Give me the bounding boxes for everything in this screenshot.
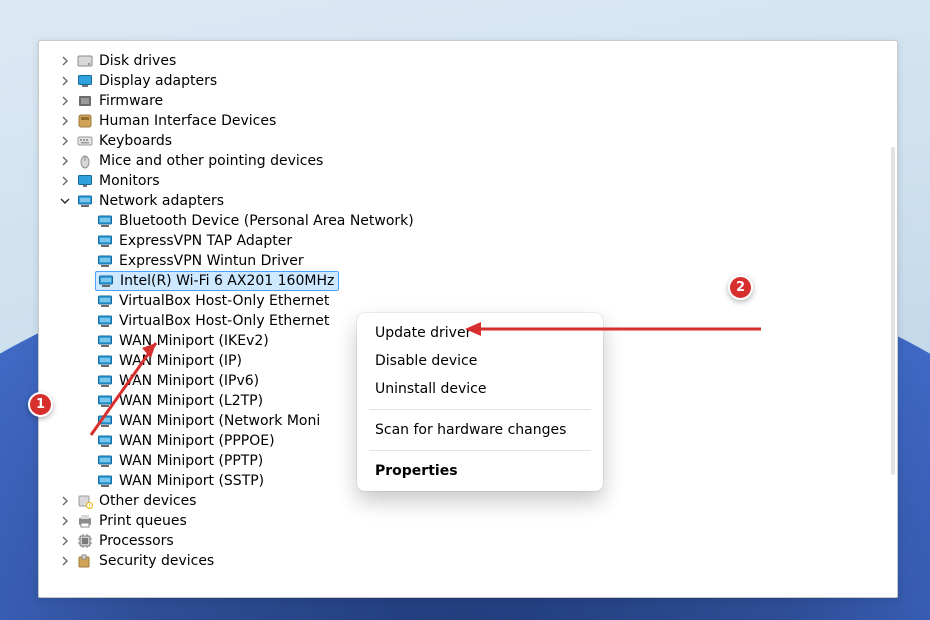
svg-text:!: ! — [88, 504, 90, 509]
category-label: Print queues — [99, 514, 187, 528]
category-label: Security devices — [99, 554, 214, 568]
network-adapter-icon — [98, 273, 114, 289]
category-label: Mice and other pointing devices — [99, 154, 323, 168]
chevron-right-icon[interactable] — [57, 53, 73, 69]
tree-category[interactable]: Security devices — [57, 551, 887, 571]
chevron-right-icon[interactable] — [57, 73, 73, 89]
network-adapter-icon — [97, 453, 113, 469]
chevron-right-icon[interactable] — [57, 513, 73, 529]
category-label: Firmware — [99, 94, 163, 108]
device-tree: Disk drives Display adapters Firmware Human… — [39, 41, 897, 581]
print-icon — [77, 513, 93, 529]
category-label: Keyboards — [99, 134, 172, 148]
menu-update-driver[interactable]: Update driver — [357, 319, 603, 347]
context-menu: Update driver Disable device Uninstall d… — [357, 313, 603, 491]
item-label: WAN Miniport (SSTP) — [119, 474, 264, 488]
network-adapter-icon — [97, 413, 113, 429]
chevron-right-icon[interactable] — [57, 113, 73, 129]
network-adapter-icon — [97, 293, 113, 309]
item-label: Bluetooth Device (Personal Area Network) — [119, 214, 414, 228]
tree-item[interactable]: ExpressVPN TAP Adapter — [77, 231, 887, 251]
tree-category[interactable]: Human Interface Devices — [57, 111, 887, 131]
tree-item[interactable]: ExpressVPN Wintun Driver — [77, 251, 887, 271]
chevron-right-icon[interactable] — [57, 173, 73, 189]
mouse-icon — [77, 153, 93, 169]
tree-category[interactable]: Monitors — [57, 171, 887, 191]
chevron-right-icon[interactable] — [57, 93, 73, 109]
category-label: Disk drives — [99, 54, 176, 68]
tree-category[interactable]: ! Other devices — [57, 491, 887, 511]
category-label: Human Interface Devices — [99, 114, 276, 128]
network-adapter-icon — [97, 213, 113, 229]
cpu-icon — [77, 533, 93, 549]
network-adapter-icon — [97, 313, 113, 329]
item-label: Intel(R) Wi-Fi 6 AX201 160MHz — [120, 274, 334, 288]
category-label: Other devices — [99, 494, 196, 508]
network-adapter-icon — [97, 473, 113, 489]
monitor-icon — [77, 173, 93, 189]
tree-category[interactable]: Network adapters — [57, 191, 887, 211]
item-label: WAN Miniport (PPTP) — [119, 454, 263, 468]
network-adapter-icon — [97, 333, 113, 349]
callout-2-badge: 2 — [728, 275, 753, 300]
tree-category[interactable]: Print queues — [57, 511, 887, 531]
display-icon — [77, 73, 93, 89]
menu-disable-device[interactable]: Disable device — [357, 347, 603, 375]
tree-category[interactable]: Processors — [57, 531, 887, 551]
net-icon — [77, 193, 93, 209]
device-manager-panel: Disk drives Display adapters Firmware Human… — [38, 40, 898, 598]
category-label: Network adapters — [99, 194, 224, 208]
item-label: WAN Miniport (L2TP) — [119, 394, 263, 408]
tree-item[interactable]: VirtualBox Host-Only Ethernet — [77, 291, 887, 311]
category-label: Monitors — [99, 174, 160, 188]
item-label: ExpressVPN Wintun Driver — [119, 254, 304, 268]
item-label: WAN Miniport (IP) — [119, 354, 242, 368]
tree-item[interactable]: Intel(R) Wi-Fi 6 AX201 160MHz — [77, 271, 887, 291]
network-adapter-icon — [97, 373, 113, 389]
network-adapter-icon — [97, 253, 113, 269]
category-label: Display adapters — [99, 74, 217, 88]
menu-separator — [369, 450, 591, 451]
scrollbar[interactable] — [891, 147, 895, 475]
tree-category[interactable]: Disk drives — [57, 51, 887, 71]
security-icon — [77, 553, 93, 569]
item-label: WAN Miniport (Network Moni — [119, 414, 320, 428]
chevron-down-icon[interactable] — [57, 193, 73, 209]
network-adapter-icon — [97, 233, 113, 249]
item-label: WAN Miniport (PPPOE) — [119, 434, 275, 448]
chevron-right-icon[interactable] — [57, 553, 73, 569]
network-adapter-icon — [97, 433, 113, 449]
network-adapter-icon — [97, 353, 113, 369]
menu-uninstall-device[interactable]: Uninstall device — [357, 375, 603, 403]
tree-category[interactable]: Firmware — [57, 91, 887, 111]
item-label: ExpressVPN TAP Adapter — [119, 234, 292, 248]
keyboard-icon — [77, 133, 93, 149]
callout-1-badge: 1 — [28, 392, 53, 417]
chevron-right-icon[interactable] — [57, 533, 73, 549]
item-label: WAN Miniport (IPv6) — [119, 374, 259, 388]
other-icon: ! — [77, 493, 93, 509]
menu-separator — [369, 409, 591, 410]
tree-category[interactable]: Keyboards — [57, 131, 887, 151]
menu-scan-hardware[interactable]: Scan for hardware changes — [357, 416, 603, 444]
item-label: WAN Miniport (IKEv2) — [119, 334, 269, 348]
item-label: VirtualBox Host-Only Ethernet — [119, 294, 329, 308]
category-label: Processors — [99, 534, 174, 548]
item-label: VirtualBox Host-Only Ethernet — [119, 314, 329, 328]
chevron-right-icon[interactable] — [57, 133, 73, 149]
chevron-right-icon[interactable] — [57, 493, 73, 509]
menu-properties[interactable]: Properties — [357, 457, 603, 485]
tree-category[interactable]: Mice and other pointing devices — [57, 151, 887, 171]
disk-icon — [77, 53, 93, 69]
hid-icon — [77, 113, 93, 129]
chevron-right-icon[interactable] — [57, 153, 73, 169]
network-adapter-icon — [97, 393, 113, 409]
tree-category[interactable]: Display adapters — [57, 71, 887, 91]
firmware-icon — [77, 93, 93, 109]
tree-item[interactable]: Bluetooth Device (Personal Area Network) — [77, 211, 887, 231]
